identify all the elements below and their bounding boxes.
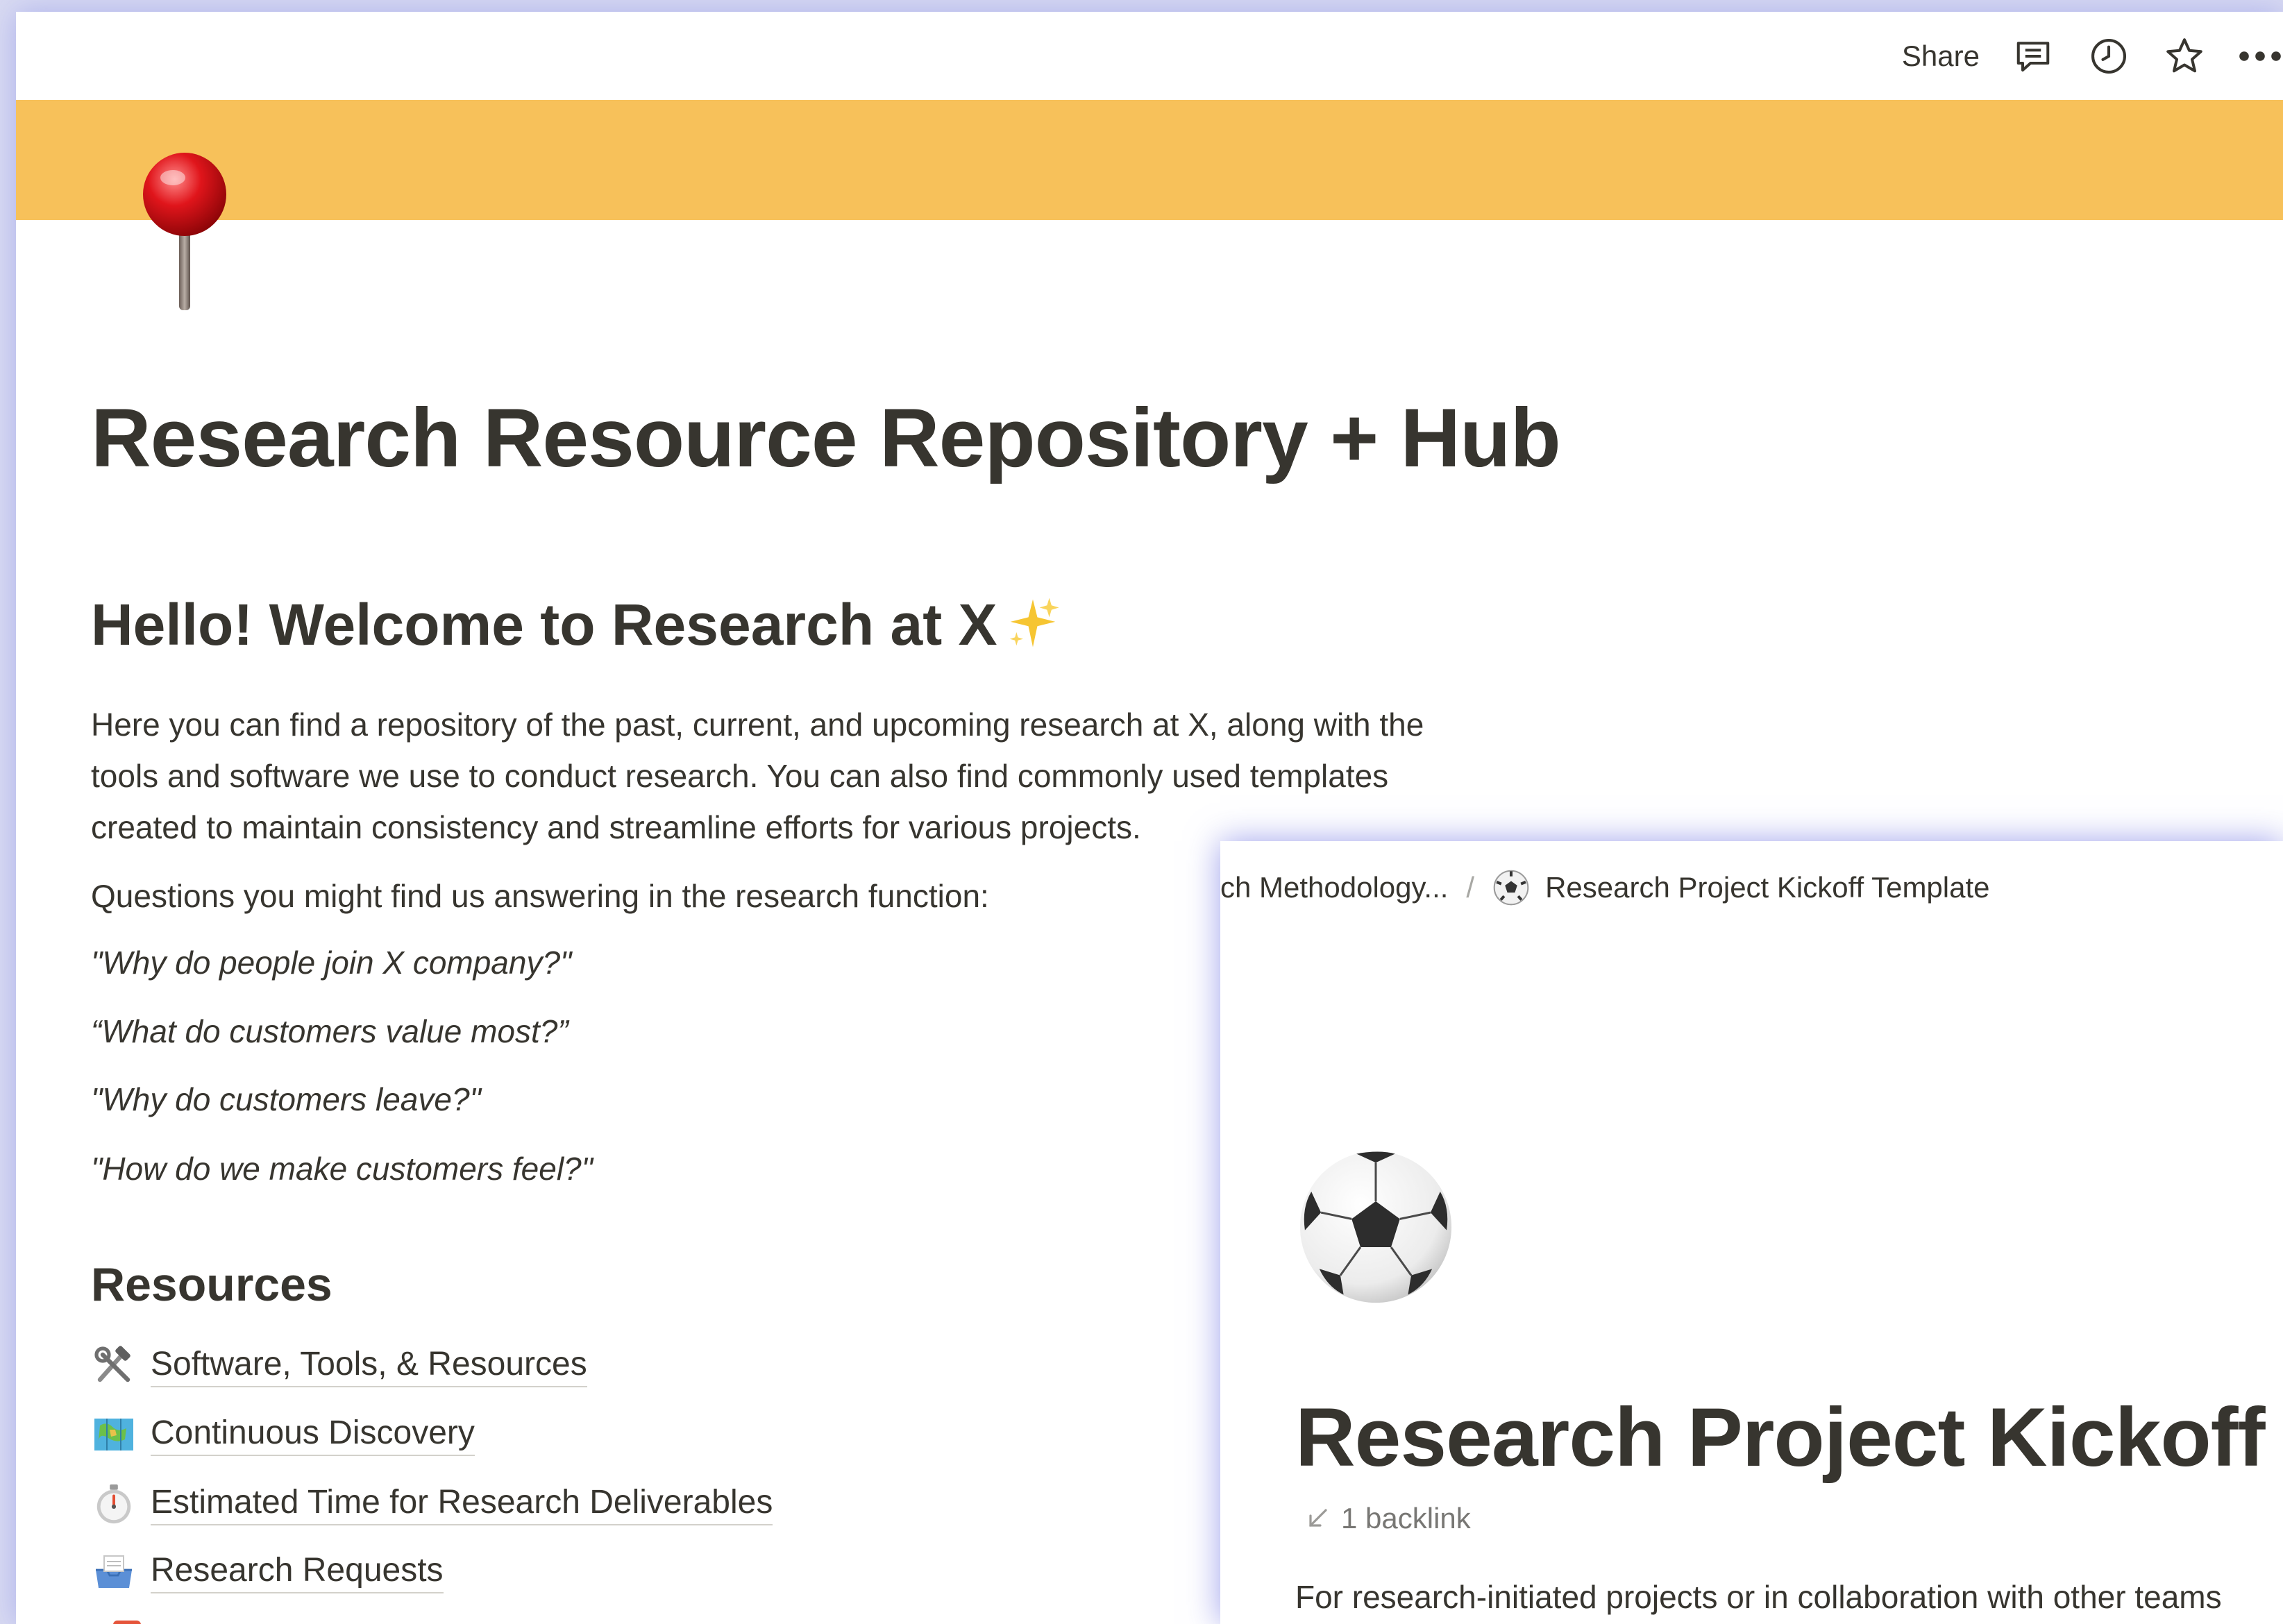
resource-link-continuous-discovery[interactable]: Continuous Discovery <box>91 1412 475 1457</box>
breadcrumb-parent[interactable]: ch Methodology... <box>1220 871 1448 904</box>
intro-paragraph-line[interactable]: created to maintain consistency and stre… <box>91 802 1141 853</box>
question-quote[interactable]: “What do customers value most?” <box>91 1013 568 1050</box>
backlink-label[interactable]: 1 backlink <box>1341 1502 1471 1535</box>
welcome-heading-row: Hello! Welcome to Research at X <box>91 591 1063 659</box>
resource-link-label[interactable]: Software, Tools, & Resources <box>151 1345 587 1387</box>
page-topbar: Share <box>1902 12 2283 101</box>
soccer-ball-icon[interactable] <box>1295 1147 1456 1308</box>
breadcrumb-separator: / <box>1466 871 1475 904</box>
arrow-down-left-icon <box>1304 1505 1331 1532</box>
question-quote[interactable]: "Why do people join X company?" <box>91 944 571 981</box>
inbox-tray-icon <box>91 1549 137 1595</box>
backlink-button[interactable]: 1 backlink <box>1304 1502 1471 1535</box>
resource-link-label[interactable]: Estimated Time for Research Deliverables <box>151 1483 773 1525</box>
hammer-wrench-icon <box>91 1343 137 1389</box>
cover-banner[interactable] <box>16 100 2283 220</box>
resources-heading[interactable]: Resources <box>91 1258 332 1312</box>
star-icon[interactable] <box>2162 33 2207 79</box>
share-button[interactable]: Share <box>1902 40 1980 73</box>
resource-link-software-tools[interactable]: Software, Tools, & Resources <box>91 1343 587 1389</box>
questions-intro[interactable]: Questions you might find us answering in… <box>91 870 989 922</box>
kickoff-description[interactable]: For research-initiated projects or in co… <box>1295 1578 2222 1616</box>
question-quote[interactable]: "Why do customers leave?" <box>91 1081 481 1118</box>
question-quote[interactable]: "How do we make customers feel?" <box>91 1150 593 1187</box>
pushpin-icon[interactable] <box>133 140 237 321</box>
resource-partial-icon <box>113 1621 141 1624</box>
intro-paragraph-line[interactable]: Here you can find a repository of the pa… <box>91 699 1424 750</box>
resource-link-label[interactable]: Continuous Discovery <box>151 1414 475 1456</box>
page-title[interactable]: Research Resource Repository + Hub <box>91 390 1561 486</box>
map-icon <box>91 1412 137 1457</box>
soccer-ball-icon <box>1492 869 1530 906</box>
kickoff-template-window: ch Methodology... / Research Project Kic… <box>1220 841 2283 1624</box>
welcome-heading[interactable]: Hello! Welcome to Research at X <box>91 591 997 659</box>
clock-icon[interactable] <box>2086 33 2132 79</box>
intro-paragraph-line[interactable]: tools and software we use to conduct res… <box>91 750 1388 802</box>
breadcrumb: ch Methodology... / Research Project Kic… <box>1220 869 1990 906</box>
stopwatch-icon <box>91 1481 137 1527</box>
resource-link-label[interactable]: Research Requests <box>151 1551 444 1593</box>
more-icon[interactable] <box>2237 33 2283 79</box>
resource-link-estimated-time[interactable]: Estimated Time for Research Deliverables <box>91 1481 773 1527</box>
kickoff-page-title[interactable]: Research Project Kickoff Template <box>1295 1389 2283 1485</box>
resource-link-research-requests[interactable]: Research Requests <box>91 1549 444 1595</box>
breadcrumb-current[interactable]: Research Project Kickoff Template <box>1545 871 1989 904</box>
sparkles-icon <box>1003 593 1063 657</box>
comment-icon[interactable] <box>2010 33 2056 79</box>
